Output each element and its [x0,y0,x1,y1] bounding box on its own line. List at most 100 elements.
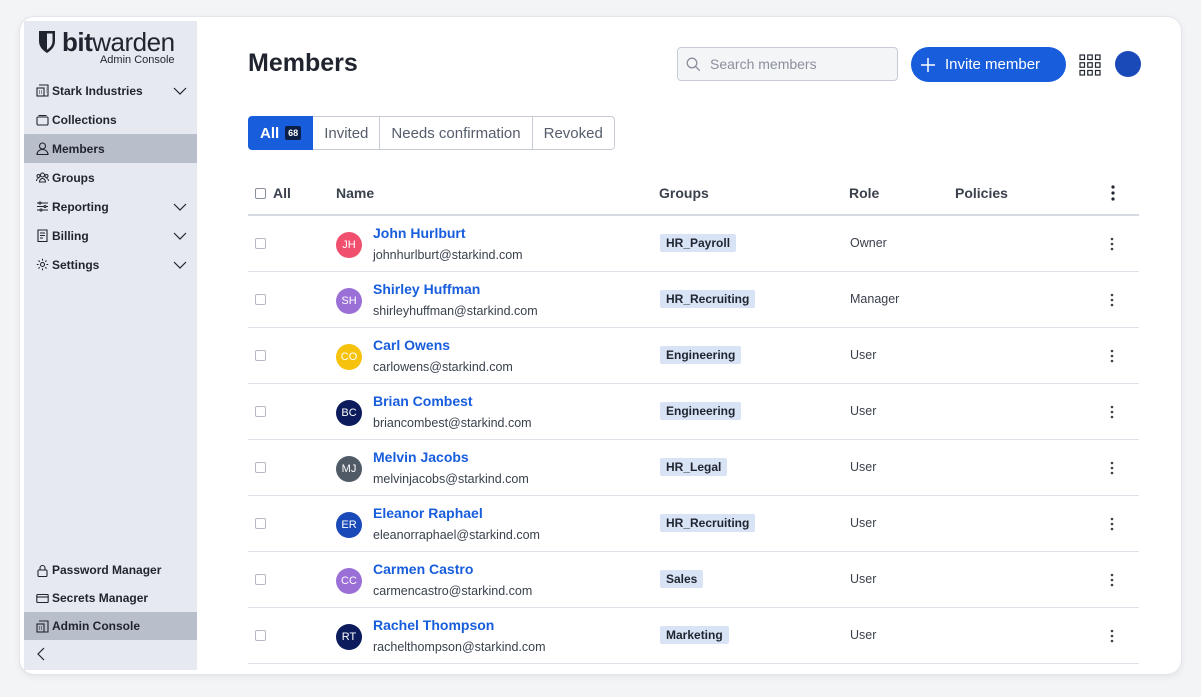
app-window: bit warden Admin Console Stark Industries… [20,17,1181,674]
row-checkbox[interactable] [255,462,266,473]
row-options-icon[interactable] [1109,236,1115,252]
table-row[interactable]: CC Carmen Castro carmencastro@starkind.c… [248,552,1139,608]
row-checkbox[interactable] [255,630,266,641]
invite-member-button[interactable]: Invite member [911,47,1066,82]
collapse-sidebar-button[interactable] [24,640,197,668]
sidebar-item-admin-console[interactable]: Admin Console [24,612,197,640]
row-checkbox[interactable] [255,518,266,529]
sidebar-item-secrets-manager[interactable]: Secrets Manager [24,584,197,612]
header-role[interactable]: Role [849,185,879,201]
app-switcher-icon[interactable] [1079,54,1101,76]
tab-revoked[interactable]: Revoked [532,116,615,150]
logo-bold: bit [62,27,93,57]
row-checkbox[interactable] [255,406,266,417]
member-name-link[interactable]: Eleanor Raphael [373,505,483,521]
sidebar-item-label: Billing [52,228,89,243]
member-name-link[interactable]: Rachel Thompson [373,617,494,633]
table-options-icon[interactable] [1110,184,1116,202]
table-row[interactable]: CO Carl Owens carlowens@starkind.com Eng… [248,328,1139,384]
member-name-link[interactable]: Brian Combest [373,393,473,409]
tab-all[interactable]: All 68 [248,116,314,150]
header-name[interactable]: Name [336,185,374,201]
chevron-down-icon[interactable] [173,229,187,243]
row-options-icon[interactable] [1109,292,1115,308]
chevron-down-icon[interactable] [173,258,187,272]
row-options-icon[interactable] [1109,348,1115,364]
member-role: User [850,348,877,362]
chevron-down-icon[interactable] [173,200,187,214]
row-options-icon[interactable] [1109,404,1115,420]
row-options-icon[interactable] [1109,460,1115,476]
sidebar-item-groups[interactable]: Groups [24,163,197,192]
search-box[interactable] [677,47,898,81]
member-name-link[interactable]: John Hurlburt [373,225,466,241]
sidebar-item-billing[interactable]: Billing [24,221,197,250]
member-role: User [850,516,877,530]
select-all-checkbox[interactable] [255,188,266,199]
member-role: Manager [850,292,900,306]
row-options-icon[interactable] [1109,516,1115,532]
row-checkbox[interactable] [255,574,266,585]
member-name-link[interactable]: Carl Owens [373,337,450,353]
member-name-link[interactable]: Carmen Castro [373,561,473,577]
member-email: eleanorraphael@starkind.com [373,528,540,542]
logo-light: warden [92,27,175,57]
table-row[interactable]: ER Eleanor Raphael eleanorraphael@starki… [248,496,1139,552]
sidebar-item-label: Groups [52,170,95,185]
account-avatar[interactable] [1115,51,1141,77]
member-avatar: SH [336,288,362,314]
table-row[interactable]: RT Rachel Thompson rachelthompson@starki… [248,608,1139,664]
member-role: Owner [850,236,887,250]
sidebar-item-stark-industries[interactable]: Stark Industries [24,76,197,105]
row-options-icon[interactable] [1109,572,1115,588]
table-body: JH John Hurlburt johnhurlburt@starkind.c… [248,216,1139,664]
member-avatar: BC [336,400,362,426]
sidebar-item-reporting[interactable]: Reporting [24,192,197,221]
sidebar-item-label: Reporting [52,199,109,214]
lock-icon [35,563,49,577]
sidebar-item-label: Members [52,141,105,156]
member-email: rachelthompson@starkind.com [373,640,546,654]
member-avatar: MJ [336,456,362,482]
sidebar-item-password-manager[interactable]: Password Manager [24,556,197,584]
invite-member-label: Invite member [945,56,1041,73]
member-email: shirleyhuffman@starkind.com [373,304,538,318]
search-icon [686,57,701,71]
tab-label: Needs confirmation [391,124,521,142]
bitwarden-logo[interactable]: bit warden Admin Console [37,29,175,66]
member-avatar: JH [336,232,362,258]
sidebar-item-settings[interactable]: Settings [24,250,197,279]
group-badge: Marketing [660,626,729,644]
row-checkbox[interactable] [255,294,266,305]
sidebar-item-label: Collections [52,112,117,127]
group-badge: HR_Recruiting [660,290,756,308]
member-name-link[interactable]: Melvin Jacobs [373,449,469,465]
search-input[interactable] [710,56,880,72]
row-checkbox[interactable] [255,350,266,361]
tab-invited[interactable]: Invited [313,116,381,150]
group-badge: Sales [660,570,704,588]
sidebar-item-members[interactable]: Members [24,134,197,163]
row-options-icon[interactable] [1109,628,1115,644]
table-row[interactable]: JH John Hurlburt johnhurlburt@starkind.c… [248,216,1139,272]
member-name-link[interactable]: Shirley Huffman [373,281,480,297]
member-avatar: CC [336,568,362,594]
header-policies[interactable]: Policies [955,185,1008,201]
tab-label: Invited [324,124,369,142]
sidebar-item-collections[interactable]: Collections [24,105,197,134]
users-icon [35,171,49,185]
member-role: User [850,404,877,418]
member-avatar: RT [336,624,362,650]
table-row[interactable]: SH Shirley Huffman shirleyhuffman@starki… [248,272,1139,328]
members-table: All Name Groups Role Policies JH John Hu… [248,172,1139,664]
chevron-down-icon[interactable] [173,84,187,98]
header-groups[interactable]: Groups [659,185,709,201]
table-row[interactable]: BC Brian Combest briancombest@starkind.c… [248,384,1139,440]
table-row[interactable]: MJ Melvin Jacobs melvinjacobs@starkind.c… [248,440,1139,496]
row-checkbox[interactable] [255,238,266,249]
tab-needs-confirmation[interactable]: Needs confirmation [380,116,533,150]
sidebar: bit warden Admin Console Stark Industries… [24,21,197,670]
building-icon [35,619,49,633]
member-email: briancombest@starkind.com [373,416,532,430]
sidebar-item-label: Password Manager [52,563,162,577]
